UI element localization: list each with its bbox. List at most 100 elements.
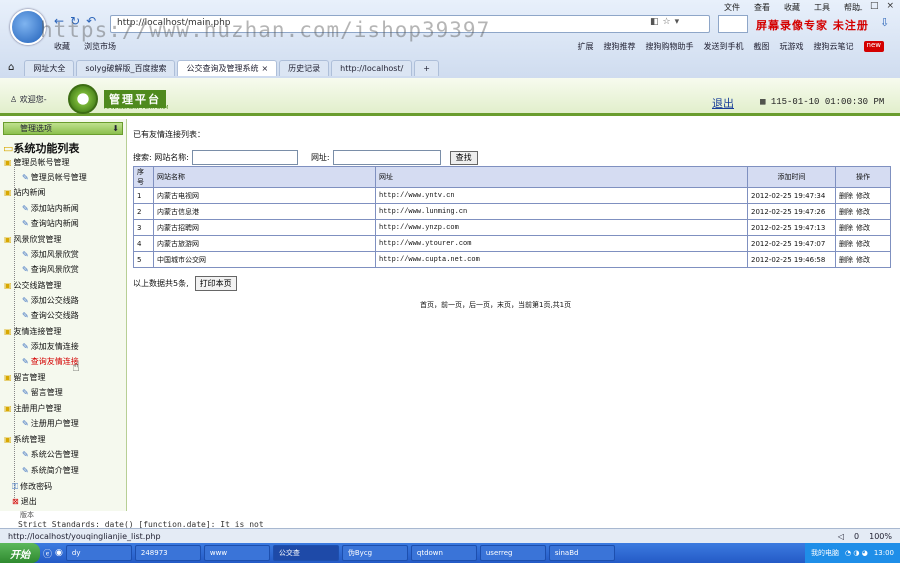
fav-games[interactable]: 玩游戏 [780,41,804,52]
pagination[interactable]: 首页，前一页，后一页，末页，当前第1页,共1页 [420,300,571,310]
sidebar-item-add-bus-line[interactable]: ✎ 添加公交线路 [22,295,79,306]
delete-link[interactable]: 删除 [839,192,853,200]
url-input[interactable] [332,150,441,165]
sidebar-group-bus-lines[interactable]: ▣ 公交线路管理 [4,280,62,291]
sidebar-group-messages[interactable]: ▣ 留言管理 [4,372,46,383]
edit-link[interactable]: 修改 [856,256,870,264]
taskbar-item[interactable]: userreg [479,545,546,561]
table-row: 4 内蒙古旅游网 http://www.ytourer.com 2012-02-… [133,235,891,252]
sidebar-item-add-news[interactable]: ✎ 添加站内新闻 [22,203,79,214]
edit-link[interactable]: 修改 [856,224,870,232]
table-row: 2 内蒙古信息港 http://www.lunming.cn 2012-02-2… [133,203,891,220]
sidebar-item-messages[interactable]: ✎ 留言管理 [22,387,63,398]
edit-link[interactable]: 修改 [856,208,870,216]
cell-actions: 删除 修改 [835,235,891,252]
tray-icons[interactable]: ◔ ◑ ◕ [845,549,868,557]
site-name-input[interactable] [191,150,298,165]
taskbar-item[interactable]: dy [65,545,132,561]
zoom-level[interactable]: 100% [869,532,892,541]
start-button[interactable]: 开始 [0,543,40,563]
folder-icon: ▣ [4,188,12,197]
group-label: 风景欣赏管理 [13,235,62,244]
sidebar-item-users[interactable]: ✎ 注册用户管理 [22,418,79,429]
fav-sogou-recommend[interactable]: 搜狗推荐 [604,41,636,52]
close-button[interactable]: × [886,1,894,11]
sidebar-item-query-scenery[interactable]: ✎ 查询风景欣赏 [22,264,79,275]
taskbar-item[interactable]: sinaBd [548,545,615,561]
cell-name: 内蒙古旅游网 [153,235,376,252]
close-icon[interactable]: × [261,64,268,73]
quicklaunch-ie-icon[interactable]: ⓔ [43,547,52,560]
tab-localhost[interactable]: http://localhost/ [331,60,413,76]
fav-cloud-notes[interactable]: 搜狗云笔记 [814,41,854,52]
taskbar-item[interactable]: www [203,545,270,561]
menu-tools[interactable]: 工具 [814,2,830,13]
user-icon: ♙ [10,95,18,104]
delete-link[interactable]: 删除 [839,208,853,216]
status-url: http://localhost/youqinglianjie_list.php [8,531,161,541]
browser-search-input[interactable] [718,15,748,33]
taskbar-item[interactable]: 248973 [134,545,201,561]
sidebar-item-query-news[interactable]: ✎ 查询站内新闻 [22,218,79,229]
tab-bus-system[interactable]: 公交查询及管理系统 × [177,60,278,76]
col-url: 网址 [375,166,748,188]
sidebar-item-announcements[interactable]: ✎ 系统公告管理 [22,449,79,460]
collapse-icon[interactable]: ⬇ [112,123,119,134]
menu-favorites[interactable]: 收藏 [784,2,800,13]
search-button[interactable]: 查找 [449,150,478,165]
new-badge[interactable]: new [863,40,884,52]
taskbar-item[interactable]: 伪Bycg [341,545,408,561]
maximize-button[interactable]: □ [870,1,879,11]
download-icon[interactable]: ⇩ [880,16,889,29]
taskbar-item[interactable]: qtdown [410,545,477,561]
plus-icon: + [423,64,430,73]
edit-link[interactable]: 修改 [856,240,870,248]
menu-file[interactable]: 文件 [724,2,740,13]
edit-link[interactable]: 修改 [856,192,870,200]
sidebar-item-exit[interactable]: ⊠ 退出 [12,496,37,507]
sidebar-item-change-password[interactable]: ⚿ 修改密码 [12,481,52,492]
tab-history[interactable]: 历史记录 [279,60,330,76]
tab-bar: ⌂ 网址大全 solyg破解版_百度搜索 公交查询及管理系统 × 历史记录 htt… [0,58,900,76]
cell-time: 2012-02-25 19:47:26 [747,203,836,220]
speaker-icon[interactable]: ◁ [838,532,844,541]
sidebar-root: ▭系统功能列表 [3,140,79,156]
sidebar-item-intro[interactable]: ✎ 系统简介管理 [22,465,79,476]
menu-view[interactable]: 查看 [754,2,770,13]
print-button[interactable]: 打印本页 [194,276,237,291]
favorites-button[interactable]: 收藏 [54,41,70,52]
sidebar-item-add-scenery[interactable]: ✎ 添加风景欣赏 [22,249,79,260]
delete-link[interactable]: 删除 [839,224,853,232]
quicklaunch-firefox-icon[interactable]: ◉ [55,548,63,558]
sidebar-item-admin-accounts[interactable]: ✎ 管理员帐号管理 [22,172,87,183]
sidebar-item-add-link[interactable]: ✎ 添加友情连接 [22,341,79,352]
fav-send-to-phone[interactable]: 发送到手机 [704,41,744,52]
home-icon[interactable]: ⌂ [8,62,14,73]
sidebar-group-system[interactable]: ▣ 系统管理 [4,434,46,445]
security-icon[interactable]: ◧ [650,17,659,27]
new-tab-button[interactable]: + [414,60,439,76]
taskbar-item-active[interactable]: 公交查 [272,545,339,561]
delete-link[interactable]: 删除 [839,256,853,264]
fav-browser-market[interactable]: 浏览市场 [84,41,116,52]
sidebar-item-query-bus-line[interactable]: ✎ 查询公交线路 [22,310,79,321]
sidebar-group-scenery[interactable]: ▣ 风景欣赏管理 [4,234,62,245]
sidebar-group-links[interactable]: ▣ 友情连接管理 [4,326,62,337]
fav-screenshot[interactable]: 截图 [754,41,770,52]
fav-extensions[interactable]: 扩展 [578,41,594,52]
logout-link[interactable]: 退出 [712,95,734,111]
tab-baidu-search[interactable]: solyg破解版_百度搜索 [76,60,176,76]
delete-link[interactable]: 删除 [839,240,853,248]
tab-site-directory[interactable]: 网址大全 [24,60,75,76]
sidebar-group-admin[interactable]: ▣ 管理员帐号管理 [4,157,70,168]
table-row: 5 中国城市公交网 http://www.cupta.net.com 2012-… [133,251,891,268]
sidebar-group-news[interactable]: ▣ 站内新闻 [4,187,46,198]
download-count[interactable]: 0 [854,532,859,541]
minimize-button[interactable]: _ [857,1,862,11]
bookmark-star-icon[interactable]: ☆ [663,17,671,27]
sidebar-group-users[interactable]: ▣ 注册用户管理 [4,403,62,414]
dropdown-icon[interactable]: ▾ [675,17,680,27]
sidebar-item-query-link[interactable]: ✎ 查询友情连接 [22,356,79,367]
datetime-text: 115-01-10 01:00:30 PM [770,97,885,107]
fav-shopping-helper[interactable]: 搜狗购物助手 [646,41,694,52]
